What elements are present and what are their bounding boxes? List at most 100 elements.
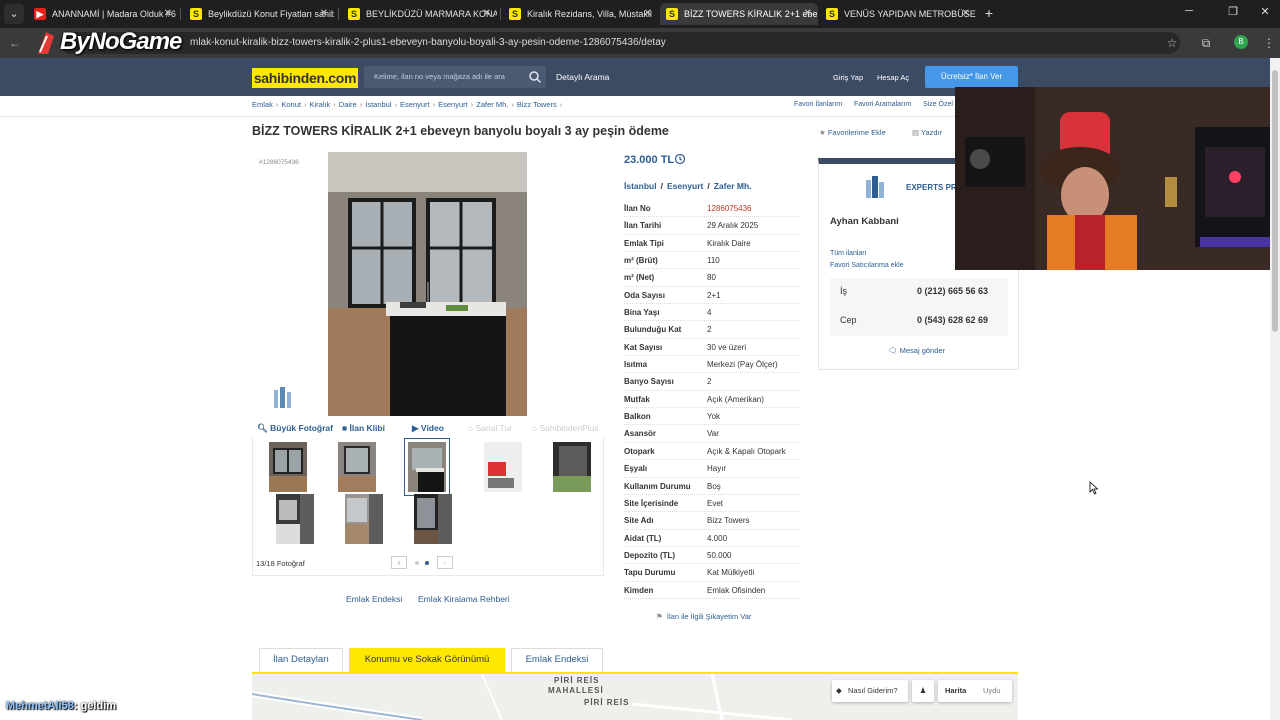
chat-username: MehmetAli58 (6, 700, 74, 712)
detail-row: m² (Net) 80 (624, 269, 799, 287)
pager-dot-active[interactable] (425, 561, 429, 565)
back-icon[interactable]: ← (6, 34, 24, 52)
breadcrumb-item[interactable]: Esenyurt (438, 100, 468, 109)
close-tab-icon[interactable]: ✕ (164, 3, 172, 25)
photo-thumbnail-selected[interactable] (404, 438, 450, 496)
bookmark-star-icon[interactable]: ☆ (1163, 34, 1181, 52)
next-page-button[interactable]: › (437, 556, 453, 569)
agency-logo[interactable] (850, 172, 902, 202)
detail-key: Eşyalı (624, 464, 648, 474)
bathroom-thumb-image (484, 442, 522, 492)
photo-thumbnail[interactable] (345, 494, 383, 544)
close-tab-icon[interactable]: ✕ (804, 3, 812, 25)
breadcrumb-item[interactable]: Bizz Towers (517, 100, 557, 109)
satellite-mode-button[interactable]: Uydu (983, 680, 1001, 702)
photo-thumbnail[interactable] (414, 494, 452, 544)
video-button[interactable]: ▶ Video (412, 423, 444, 434)
pager-dot[interactable] (415, 561, 419, 565)
tab-search-icon[interactable]: ⌄ (4, 4, 24, 24)
camera-icon: ■ (342, 423, 348, 433)
post-listing-button[interactable]: Ücretsiz* İlan Ver (925, 66, 1018, 88)
rental-guide-link[interactable]: Emlak Kiralama Rehberi (418, 594, 510, 604)
breadcrumb-item[interactable]: Zafer Mh. (476, 100, 508, 109)
building-thumb-image (553, 442, 591, 492)
register-link[interactable]: Hesap Aç (877, 73, 909, 82)
close-tab-icon[interactable]: ✕ (644, 3, 652, 25)
menu-icon[interactable]: ⋮ (1260, 34, 1278, 52)
sahibinden-favicon-icon: S (509, 8, 521, 20)
breadcrumb-item[interactable]: Kiralık (309, 100, 330, 109)
new-tab-icon[interactable]: + (980, 4, 998, 22)
photo-thumbnail[interactable] (338, 442, 376, 492)
breadcrumb-item[interactable]: Daire (339, 100, 357, 109)
listing-clip-button[interactable]: ■ İlan Klibi (342, 423, 385, 433)
price-history-icon[interactable] (674, 153, 686, 165)
scrollbar-thumb[interactable] (1272, 70, 1278, 332)
location-city-link[interactable]: İstanbul (624, 181, 657, 191)
add-favorite-link[interactable]: ★ Favorilerime Ekle (819, 128, 886, 137)
profile-avatar[interactable]: B (1234, 35, 1248, 49)
close-tab-icon[interactable]: ✕ (483, 3, 491, 25)
minimize-icon[interactable]: ─ (1180, 5, 1198, 17)
map-mode-button[interactable]: Harita (945, 680, 966, 702)
favorite-searches-link[interactable]: Favori Aramalarım (854, 101, 911, 108)
personal-link[interactable]: Size Özel (923, 101, 953, 108)
prev-page-button[interactable]: ‹ (391, 556, 407, 569)
photo-thumbnail[interactable] (553, 442, 591, 492)
video-label: Video (420, 423, 444, 433)
tab-real-estate-index[interactable]: Emlak Endeksi (511, 648, 603, 672)
listing-clip-label: İlan Klibi (349, 423, 385, 433)
agency-logo-thumb[interactable] (266, 384, 300, 412)
url-field[interactable]: mlak-konut-kiralik-bizz-towers-kiralik-2… (60, 32, 1180, 54)
extensions-icon[interactable]: ⧉ (1197, 34, 1215, 52)
browser-tab-strip: ⌄ ▶ ANANNAMİ | Madara Olduk #6 ✕ S Beyli… (0, 0, 1280, 28)
big-photo-button[interactable]: 🔍︎ Büyük Fotoğraf (257, 423, 333, 434)
location-neighborhood-link[interactable]: Zafer Mh. (714, 181, 752, 191)
close-tab-icon[interactable]: ✕ (320, 3, 328, 25)
advanced-search-link[interactable]: Detaylı Arama (556, 72, 609, 82)
photo-thumbnail[interactable] (269, 442, 307, 492)
complaint-link[interactable]: ⚑ İlan ile İlgili Şikayetim Var (656, 612, 751, 621)
browser-tab[interactable]: ▶ ANANNAMİ | Madara Olduk #6 ✕ (28, 3, 178, 25)
photo-thumbnail[interactable] (484, 442, 522, 492)
main-listing-photo[interactable] (328, 152, 527, 416)
location-district-link[interactable]: Esenyurt (667, 181, 703, 191)
detail-value: 30 ve üzeri (707, 342, 747, 352)
streamer-webcam-image (955, 87, 1280, 270)
all-listings-link[interactable]: Tüm ilanları (830, 250, 867, 257)
photo-thumbnail[interactable] (276, 494, 314, 544)
breadcrumb-item[interactable]: İstanbul (365, 100, 391, 109)
close-window-icon[interactable]: ✕ (1256, 5, 1274, 18)
search-icon[interactable] (528, 70, 542, 84)
browser-tab[interactable]: S Kiralık Rezidans, Villa, Müstakil ✕ (503, 3, 658, 25)
maximize-icon[interactable]: ❐ (1224, 5, 1242, 18)
browser-tab[interactable]: S VENÜS YAPIDAN METROBÜSE Y ✕ (820, 3, 976, 25)
print-link[interactable]: ▤ Yazdır (912, 128, 942, 137)
browser-tab-active[interactable]: S BİZZ TOWERS KİRALIK 2+1 ebe ✕ (660, 3, 818, 25)
play-circle-icon: ▶ (412, 423, 419, 433)
complaint-label: İlan ile İlgili Şikayetim Var (666, 612, 752, 621)
send-message-link[interactable]: 🗨︎ Mesaj gönder (888, 346, 945, 355)
favorite-listings-link[interactable]: Favori İlanlarım (794, 101, 842, 108)
street-view-pegman-icon[interactable]: ♟ (912, 680, 934, 702)
detail-key: Isıtma (624, 360, 648, 370)
tab-location-streetview[interactable]: Konumu ve Sokak Görünümü (349, 648, 505, 672)
directions-button[interactable]: ◆ Nasıl Giderim? (832, 680, 908, 702)
site-logo[interactable]: sahibinden.com (252, 68, 358, 88)
detail-value: Bizz Towers (707, 516, 750, 526)
detail-key: Mutfak (624, 394, 650, 404)
youtube-icon: ▶ (34, 8, 46, 20)
favorite-seller-link[interactable]: Favori Satıcılarıma ekle (830, 262, 904, 269)
browser-tab[interactable]: S BEYLİKDÜZÜ MARMARA KONA ✕ (342, 3, 497, 25)
breadcrumb-item[interactable]: Emlak (252, 100, 273, 109)
detail-row: Eşyalı Hayır (624, 460, 799, 478)
login-link[interactable]: Giriş Yap (833, 73, 863, 82)
real-estate-index-link[interactable]: Emlak Endeksi (346, 594, 402, 604)
tab-listing-details[interactable]: İlan Detayları (259, 648, 343, 672)
search-input[interactable]: Kelime, ilan no veya mağaza adı ile ara (364, 66, 546, 88)
browser-tab[interactable]: S Beylikdüzü Konut Fiyatları sahib ✕ (184, 3, 334, 25)
detail-key: Kat Sayısı (624, 342, 663, 352)
breadcrumb-item[interactable]: Konut (281, 100, 301, 109)
close-tab-icon[interactable]: ✕ (962, 3, 970, 25)
breadcrumb-item[interactable]: Esenyurt (400, 100, 430, 109)
